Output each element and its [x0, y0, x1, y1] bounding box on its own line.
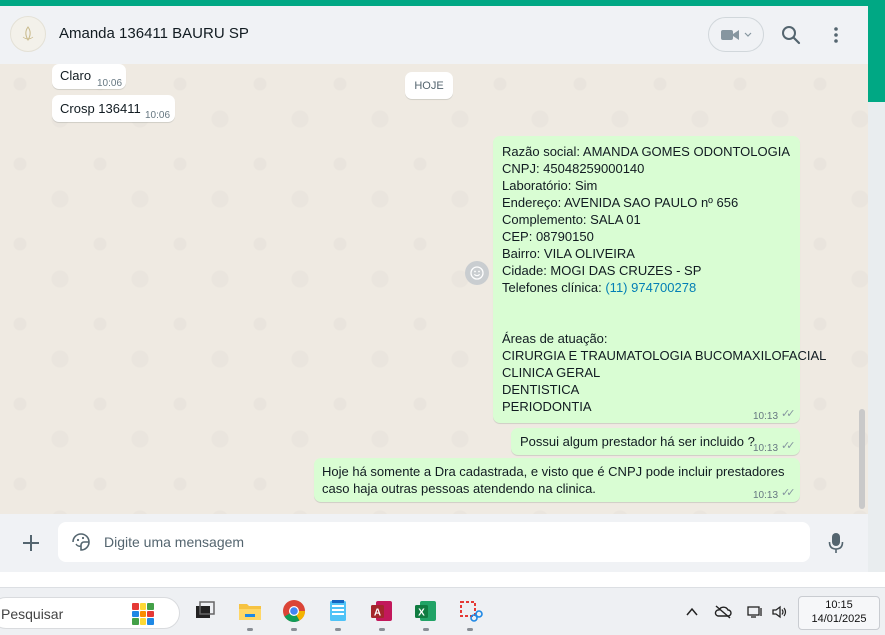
- notepad-icon[interactable]: [325, 598, 351, 624]
- react-button[interactable]: [465, 261, 489, 285]
- message-line: Razão social: AMANDA GOMES ODONTOLOGIA: [502, 144, 791, 159]
- attach-button[interactable]: [18, 530, 44, 556]
- running-indicator: [467, 628, 473, 631]
- message-incoming[interactable]: Claro 10:06: [52, 64, 126, 89]
- sticker-icon[interactable]: [70, 531, 92, 553]
- message-text: Possui algum prestador há ser incluido ?: [520, 434, 755, 449]
- smiley-icon: [470, 266, 484, 280]
- area-item: DENTISTICA: [502, 382, 580, 397]
- message-outgoing-answer[interactable]: Hoje há somente a Dra cadastrada, e vist…: [314, 458, 800, 502]
- microphone-icon: [828, 533, 844, 553]
- message-line: Laboratório: Sim: [502, 178, 598, 193]
- message-incoming[interactable]: Crosp 136411 10:06: [52, 95, 175, 122]
- composer-bar: [0, 514, 868, 572]
- running-indicator: [379, 628, 385, 631]
- message-input-box[interactable]: [58, 522, 810, 562]
- message-line: Complemento: SALA 01: [502, 212, 641, 227]
- chat-title[interactable]: Amanda 136411 BAURU SP: [59, 25, 249, 42]
- message-text: Claro: [60, 68, 92, 83]
- phone-link[interactable]: (11) 974700278: [605, 280, 696, 295]
- file-explorer-icon[interactable]: [237, 598, 263, 624]
- taskbar-search-placeholder: Pesquisar: [1, 606, 64, 622]
- running-indicator: [291, 628, 297, 631]
- taskbar-search[interactable]: Pesquisar: [0, 597, 180, 629]
- voice-message-button[interactable]: [824, 530, 848, 556]
- running-indicator: [423, 628, 429, 631]
- message-outgoing-question[interactable]: Possui algum prestador há ser incluido ?…: [511, 428, 800, 455]
- message-time: 10:13: [753, 490, 779, 501]
- plus-icon: [23, 535, 39, 551]
- search-highlight-icon: [132, 603, 154, 625]
- whatsapp-window: Amanda 136411 BAURU SP Claro 10:06 Crosp…: [0, 6, 868, 572]
- read-ticks-icon: ✓✓: [781, 487, 796, 499]
- area-item: CLINICA GERAL: [502, 365, 601, 380]
- message-line: caso haja outras pessoas atendendo na cl…: [322, 481, 596, 496]
- message-line: CNPJ: 45048259000140: [502, 161, 645, 176]
- message-time: 10:06: [97, 78, 123, 89]
- message-time: 10:13: [753, 411, 779, 422]
- menu-button[interactable]: [824, 22, 848, 48]
- onedrive-offline-icon[interactable]: [714, 604, 732, 620]
- message-line: Bairro: VILA OLIVEIRA: [502, 246, 635, 261]
- window-accent-side: [868, 0, 885, 102]
- message-line: Cidade: MOGI DAS CRUZES - SP: [502, 263, 702, 278]
- video-call-button[interactable]: [708, 17, 764, 52]
- access-icon[interactable]: A: [369, 598, 395, 624]
- contact-avatar[interactable]: [10, 16, 46, 52]
- date-divider: HOJE: [405, 72, 453, 99]
- taskbar-clock[interactable]: 10:15 14/01/2025: [798, 596, 880, 630]
- message-time: 10:13: [753, 443, 779, 454]
- phone-label: Telefones clínica:: [502, 280, 606, 295]
- chat-header[interactable]: Amanda 136411 BAURU SP: [0, 6, 868, 64]
- search-button[interactable]: [778, 22, 804, 48]
- more-vertical-icon: [834, 27, 838, 43]
- message-outgoing-company-data[interactable]: Razão social: AMANDA GOMES ODONTOLOGIA C…: [493, 136, 826, 423]
- chevron-up-icon[interactable]: [683, 604, 701, 620]
- svg-text:X: X: [418, 608, 425, 619]
- message-time: 10:06: [145, 110, 171, 121]
- excel-icon[interactable]: X: [413, 598, 439, 624]
- clock-date: 14/01/2025: [811, 613, 867, 625]
- running-indicator: [247, 628, 253, 631]
- volume-icon[interactable]: [771, 604, 789, 620]
- area-item: CIRURGIA E TRAUMATOLOGIA BUCOMAXILOFACIA…: [502, 348, 827, 363]
- message-list[interactable]: Claro 10:06 Crosp 136411 10:06 HOJE Razã…: [0, 64, 868, 514]
- read-ticks-icon: ✓✓: [781, 440, 796, 452]
- window-bottom-edge: [0, 572, 885, 587]
- message-line: CEP: 08790150: [502, 229, 594, 244]
- task-view-icon[interactable]: [192, 598, 218, 624]
- chevron-down-icon: [744, 32, 752, 37]
- message-text: Crosp 136411: [60, 101, 141, 116]
- chrome-icon[interactable]: [281, 598, 307, 624]
- windows-taskbar: Pesquisar A X 10:15 14/01/2025: [0, 587, 885, 635]
- running-indicator: [335, 628, 341, 631]
- scrollbar-thumb[interactable]: [859, 409, 865, 509]
- message-line: Hoje há somente a Dra cadastrada, e vist…: [322, 464, 785, 479]
- video-camera-icon: [721, 29, 739, 40]
- snipping-tool-icon[interactable]: [457, 598, 483, 624]
- areas-title: Áreas de atuação:: [502, 331, 608, 346]
- clock-time: 10:15: [825, 599, 853, 611]
- message-line: Endereço: AVENIDA SAO PAULO nº 656: [502, 195, 739, 210]
- network-icon[interactable]: [746, 604, 764, 620]
- read-ticks-icon: ✓✓: [781, 408, 796, 420]
- message-input[interactable]: [104, 522, 794, 562]
- search-icon: [782, 26, 801, 45]
- avatar-logo: [22, 26, 34, 41]
- svg-text:A: A: [374, 608, 381, 619]
